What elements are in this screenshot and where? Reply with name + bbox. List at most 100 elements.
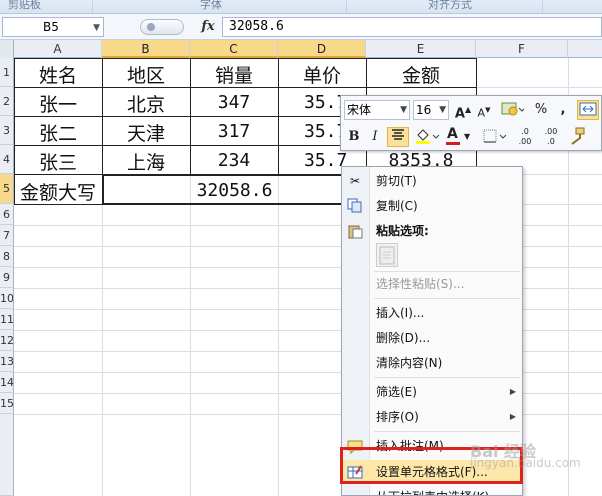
row-header-6[interactable]: 6 (0, 204, 14, 225)
column-header-row: A B C D E F (0, 40, 602, 58)
submenu-arrow-icon: ▶ (509, 412, 516, 421)
watermark-subtext: jingyan.baidu.com (470, 456, 581, 470)
grip-dot-icon (147, 23, 155, 31)
copy-icon (347, 198, 363, 214)
scissors-icon: ✂ (349, 174, 361, 188)
percent-style-button[interactable]: % (531, 100, 551, 120)
table-header-price[interactable]: 单价 (278, 61, 366, 88)
decrease-decimal-button[interactable]: .00 .0 (540, 127, 562, 147)
table-header-amount[interactable]: 金额 (366, 61, 476, 88)
paint-bucket-icon (416, 129, 440, 144)
paste-icon (347, 223, 363, 239)
italic-button[interactable]: I (366, 127, 384, 147)
table-cell[interactable]: 张二 (14, 119, 102, 146)
table-cell[interactable]: 张一 (14, 90, 102, 117)
menu-item-clear-contents[interactable]: 清除内容(N) (342, 351, 522, 375)
column-header-c[interactable]: C (190, 40, 278, 58)
table-cell[interactable]: 上海 (102, 148, 190, 175)
table-cell[interactable]: 317 (190, 121, 278, 142)
row-header-3[interactable]: 3 (0, 116, 14, 145)
table-cell[interactable]: 347 (190, 92, 278, 113)
table-cell[interactable]: 234 (190, 150, 278, 171)
column-header-a[interactable]: A (14, 40, 102, 58)
table-header-region[interactable]: 地区 (102, 61, 190, 88)
total-value-cell[interactable]: 32058.6 (102, 180, 367, 201)
font-name-value: 宋体 (347, 103, 372, 117)
format-painter-button[interactable] (566, 127, 588, 147)
row-header-13[interactable]: 13 (0, 351, 14, 372)
grow-font-button[interactable]: A▲ (454, 100, 472, 122)
table-header-sales[interactable]: 销量 (190, 61, 278, 88)
row-header-15[interactable]: 15 (0, 393, 14, 414)
fill-color-button[interactable] (413, 127, 441, 147)
row-header-12[interactable]: 12 (0, 330, 14, 351)
menu-item-paste-special[interactable]: 选择性粘贴(S)... (342, 272, 522, 296)
font-size-value: 16 (416, 103, 432, 117)
ribbon-group-alignment: 对齐方式 (428, 0, 472, 11)
grow-font-icon: A (454, 106, 465, 122)
accounting-format-icon (501, 102, 526, 116)
row-header-11[interactable]: 11 (0, 309, 14, 330)
paste-option-button[interactable] (376, 243, 398, 267)
comma-style-button[interactable]: , (555, 100, 571, 120)
chevron-down-icon: ▼ (439, 105, 446, 115)
font-color-icon: A (447, 126, 458, 142)
row-header-2[interactable]: 2 (0, 87, 14, 116)
font-name-select[interactable]: 宋体 ▼ (344, 100, 410, 120)
center-align-button[interactable] (387, 127, 409, 147)
menu-item-sort[interactable]: 排序(O) ▶ (342, 405, 522, 429)
mini-formatting-toolbar: 宋体 ▼ 16 ▼ A▲ A▼ % , B I A ▼ .0 .00 .00 .… (340, 95, 602, 151)
column-header-f[interactable]: F (476, 40, 568, 58)
ribbon-divider (92, 0, 93, 13)
table-header-name[interactable]: 姓名 (14, 61, 102, 88)
font-color-button[interactable]: A ▼ (445, 126, 473, 147)
table-cell[interactable]: 北京 (102, 90, 190, 117)
accounting-format-button[interactable] (499, 100, 526, 120)
menu-item-cut[interactable]: ✂ 剪切(T) (342, 169, 522, 193)
bold-button[interactable]: B (345, 127, 363, 147)
row-header-7[interactable]: 7 (0, 225, 14, 246)
format-painter-icon (571, 127, 585, 145)
chevron-down-icon: ▼ (464, 132, 471, 141)
column-header-e[interactable]: E (366, 40, 476, 58)
row-header-10[interactable]: 10 (0, 288, 14, 309)
row-header-1[interactable]: 1 (0, 58, 14, 87)
menu-item-delete[interactable]: 删除(D)... (342, 326, 522, 350)
row-header-9[interactable]: 9 (0, 267, 14, 288)
table-cell[interactable]: 天津 (102, 119, 190, 146)
submenu-arrow-icon: ▶ (509, 387, 516, 396)
formula-bar: B5 ▼ fx 32058.6 (0, 14, 602, 40)
clipboard-icon (379, 246, 395, 265)
row-header-8[interactable]: 8 (0, 246, 14, 267)
name-box[interactable]: B5 ▼ (2, 17, 104, 37)
insert-function-button[interactable]: fx (198, 17, 218, 37)
shrink-font-button[interactable]: A▼ (475, 100, 493, 120)
column-header-b[interactable]: B (102, 40, 190, 58)
row-header-5[interactable]: 5 (0, 174, 14, 204)
formula-input[interactable]: 32058.6 (222, 17, 602, 37)
ribbon-group-font: 字体 (200, 0, 222, 11)
row-header-4[interactable]: 4 (0, 145, 14, 174)
row-header-empty (0, 414, 14, 496)
merge-center-button[interactable] (577, 100, 599, 120)
borders-button[interactable] (481, 127, 509, 147)
chevron-down-icon[interactable]: ▼ (93, 19, 100, 37)
total-label-cell[interactable]: 金额大写 (14, 178, 102, 205)
menu-item-filter[interactable]: 筛选(E) ▶ (342, 380, 522, 404)
shrink-font-icon: A (477, 106, 486, 120)
table-cell[interactable]: 张三 (14, 148, 102, 175)
font-size-select[interactable]: 16 ▼ (413, 100, 449, 120)
decrease-decimal-icon: .00 .0 (544, 127, 558, 146)
ribbon-group-labels: 剪贴板 字体 对齐方式 (0, 0, 602, 14)
ribbon-group-clipboard: 剪贴板 (8, 0, 41, 11)
ribbon-divider (542, 0, 543, 13)
menu-item-insert[interactable]: 插入(I)... (342, 301, 522, 325)
menu-item-pick-from-list[interactable]: 从下拉列表中选择(K)... (342, 485, 522, 495)
increase-decimal-button[interactable]: .0 .00 (514, 127, 536, 147)
name-box-value: B5 (43, 20, 59, 34)
formula-bar-resize-handle[interactable] (140, 19, 184, 35)
select-all-corner[interactable] (0, 40, 14, 58)
menu-item-copy[interactable]: 复制(C) (342, 194, 522, 218)
row-header-14[interactable]: 14 (0, 372, 14, 393)
column-header-d[interactable]: D (278, 40, 366, 58)
